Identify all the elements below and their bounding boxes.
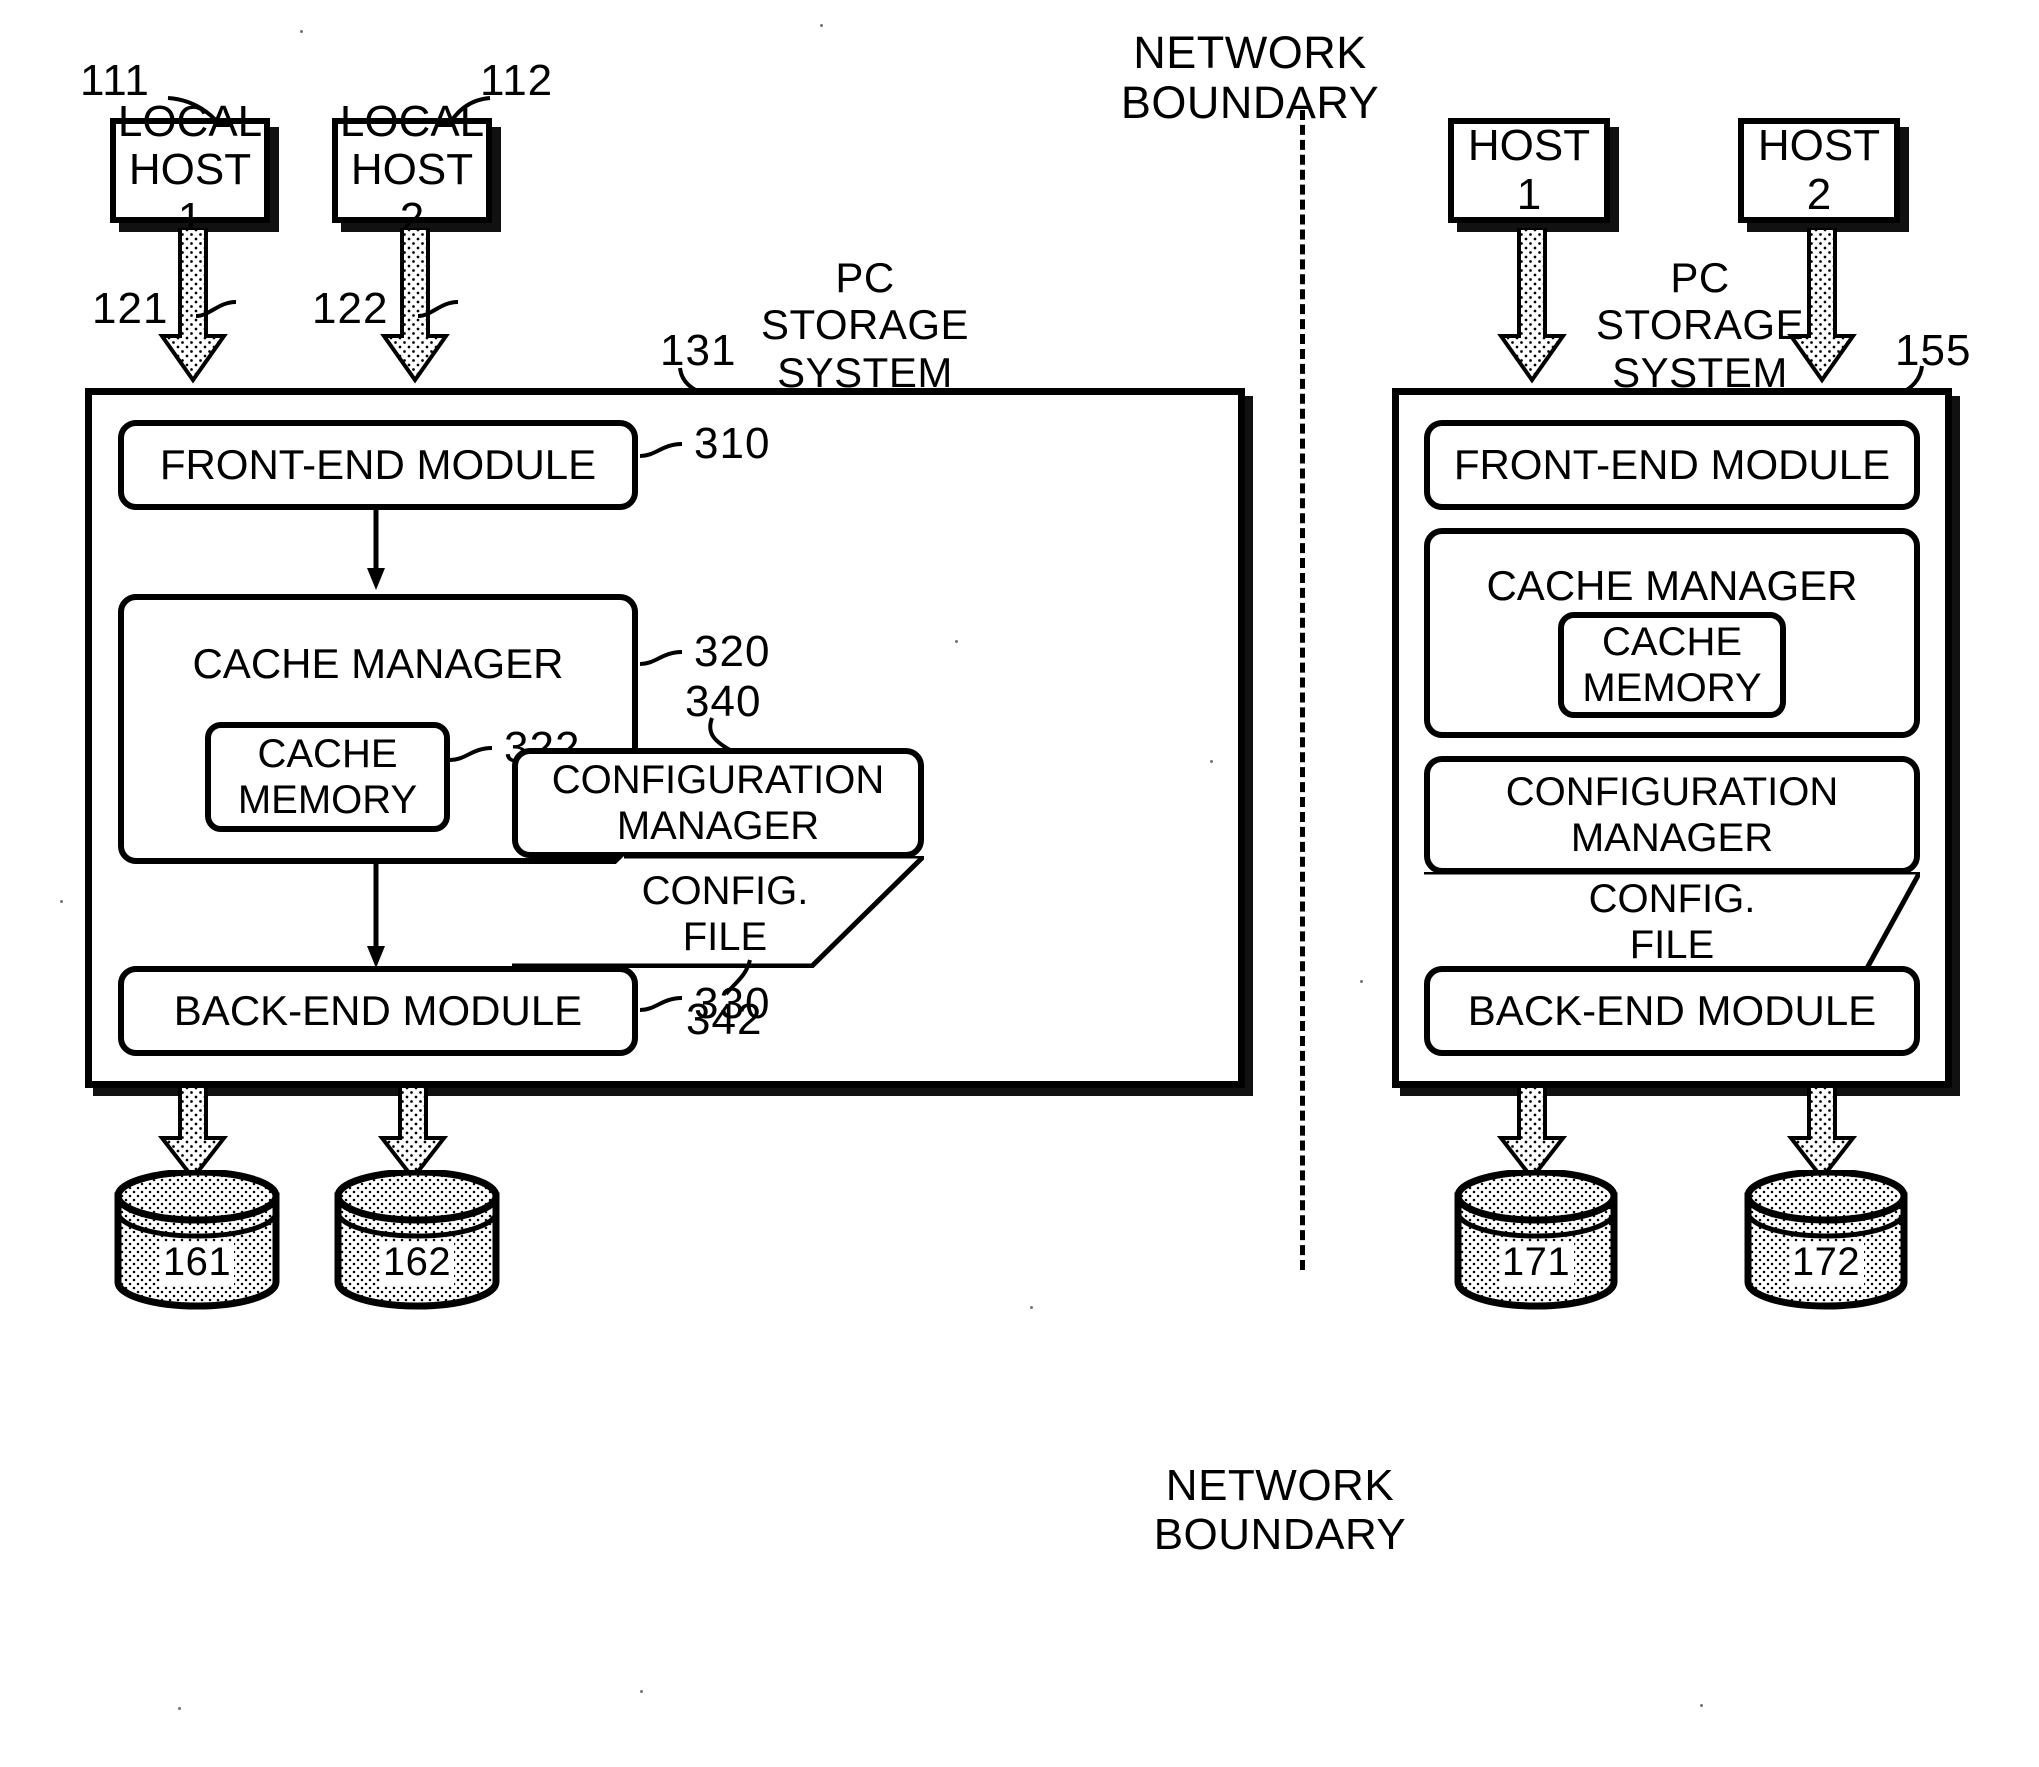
ref-121: 121	[92, 284, 169, 334]
right-cache-memory[interactable]: CACHE MEMORY	[1558, 612, 1786, 718]
disk-172-label: 172	[1791, 1239, 1861, 1284]
leader-121	[195, 288, 254, 328]
network-boundary-title: NETWORK BOUNDARY	[1120, 26, 1380, 128]
right-configuration-manager[interactable]: CONFIGURATION MANAGER	[1424, 756, 1920, 874]
right-system-caption: PC STORAGE SYSTEM	[1595, 254, 1805, 396]
left-back-end-module[interactable]: BACK-END MODULE	[118, 966, 638, 1056]
local-host-2-box[interactable]: LOCAL HOST 2	[332, 97, 492, 242]
connector-cache-to-backend	[366, 864, 390, 974]
network-boundary-bottom-label: NETWORK BOUNDARY	[1153, 1460, 1407, 1559]
disk-171-label: 171	[1501, 1239, 1571, 1284]
ref-122: 122	[312, 284, 389, 334]
disk-161-label: 161	[162, 1239, 232, 1284]
host-2-box[interactable]: HOST 2	[1738, 118, 1900, 223]
ref-342: 342	[686, 995, 763, 1045]
left-system-caption: PC STORAGE SYSTEM	[760, 254, 970, 396]
ref-310: 310	[694, 419, 771, 469]
block-arrow-to-disk-172	[1787, 1086, 1857, 1182]
block-arrow-to-disk-171	[1497, 1086, 1567, 1182]
connector-frontend-to-cache	[366, 510, 390, 594]
disk-162-label: 162	[382, 1239, 452, 1284]
leader-122	[417, 288, 476, 328]
network-boundary-line	[1300, 110, 1305, 1270]
left-configuration-manager[interactable]: CONFIGURATION MANAGER	[512, 748, 924, 858]
left-config-file-label: CONFIG. FILE	[641, 869, 809, 959]
leader-320	[639, 640, 696, 680]
local-host-1-box[interactable]: LOCAL HOST 1	[110, 97, 270, 242]
block-arrow-to-disk-161	[158, 1086, 228, 1182]
block-arrow-to-disk-162	[378, 1086, 448, 1182]
leader-310	[639, 432, 696, 472]
right-config-file-label: CONFIG. FILE	[1588, 877, 1756, 967]
right-back-end-module[interactable]: BACK-END MODULE	[1424, 966, 1920, 1056]
leader-322	[449, 736, 506, 776]
right-front-end-module[interactable]: FRONT-END MODULE	[1424, 420, 1920, 510]
block-arrow-host1	[1497, 228, 1567, 386]
left-cache-memory[interactable]: CACHE MEMORY	[205, 722, 450, 832]
host-1-box[interactable]: HOST 1	[1448, 118, 1610, 223]
left-front-end-module[interactable]: FRONT-END MODULE	[118, 420, 638, 510]
patent-figure: NETWORK BOUNDARY NETWORK BOUNDARY 111 11…	[0, 0, 2039, 1767]
ref-320: 320	[694, 627, 771, 677]
